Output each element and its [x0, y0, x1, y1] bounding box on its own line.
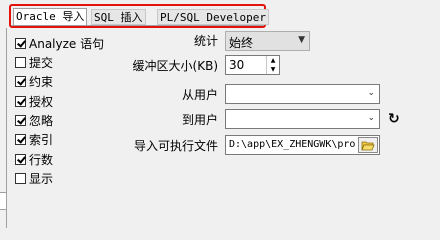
checkbox[interactable]	[15, 153, 26, 165]
tab-strip: Oracle 导入 SQL 插入 PL/SQL Developer	[9, 4, 269, 28]
option-label: Analyze 语句	[29, 36, 105, 51]
option-label: 授权	[29, 94, 54, 109]
import-executable-value: D:\app\EX_ZHENGWK\pro	[229, 139, 356, 150]
option-commit[interactable]: 提交	[15, 54, 53, 70]
buffer-size-label: 缓冲区大小(KB)	[132, 59, 218, 73]
option-label: 显示	[29, 171, 54, 186]
checkbox[interactable]	[15, 133, 26, 145]
stepper-down-icon[interactable]: ▼	[267, 65, 279, 74]
tab-oracle-import[interactable]: Oracle 导入	[13, 8, 88, 25]
chevron-down-icon: ▼	[298, 35, 305, 45]
to-user-label: 到用户	[181, 113, 218, 127]
buffer-size-value: 30	[229, 58, 245, 72]
statistics-label: 统计	[193, 34, 218, 48]
option-grants[interactable]: 授权	[15, 93, 53, 109]
refresh-icon[interactable]: ↻	[388, 111, 400, 127]
checkbox[interactable]	[15, 95, 26, 107]
checkbox[interactable]	[15, 75, 26, 87]
import-executable-label: 导入可执行文件	[133, 139, 218, 153]
option-label: 提交	[29, 55, 54, 70]
from-user-select[interactable]: ⌄	[225, 84, 380, 104]
option-constraints[interactable]: 约束	[15, 73, 53, 89]
browse-button[interactable]	[358, 137, 378, 153]
option-indexes[interactable]: 索引	[15, 131, 53, 147]
tab-sql-insert[interactable]: SQL 插入	[91, 9, 146, 25]
option-ignore[interactable]: 忽略	[15, 112, 53, 128]
checkbox[interactable]	[15, 37, 26, 49]
statistics-value: 始终	[229, 36, 254, 50]
stepper-up-icon[interactable]: ▲	[267, 56, 279, 65]
option-rows[interactable]: 行数	[15, 151, 53, 167]
option-label: 行数	[29, 152, 54, 167]
option-label: 忽略	[29, 113, 54, 128]
option-label: 索引	[29, 132, 54, 147]
checkbox[interactable]	[15, 172, 26, 184]
import-executable-input[interactable]: D:\app\EX_ZHENGWK\pro	[225, 135, 380, 155]
stepper-buttons: ▲ ▼	[266, 56, 279, 74]
from-user-label: 从用户	[181, 88, 218, 102]
option-analyze[interactable]: Analyze 语句	[15, 35, 104, 51]
chevron-down-icon: ⌄	[367, 88, 375, 98]
chevron-down-icon: ⌄	[367, 113, 375, 123]
buffer-size-stepper[interactable]: 30 ▲ ▼	[225, 55, 280, 75]
checkbox[interactable]	[15, 56, 26, 68]
option-label: 约束	[29, 74, 54, 89]
to-user-select[interactable]: ⌄	[225, 109, 380, 129]
folder-open-icon	[361, 141, 375, 150]
statistics-select[interactable]: 始终 ▼	[225, 31, 310, 51]
checkbox[interactable]	[15, 114, 26, 126]
option-show[interactable]: 显示	[15, 170, 53, 186]
left-panel-notch	[0, 192, 6, 210]
tab-plsql-developer[interactable]: PL/SQL Developer	[157, 9, 269, 25]
